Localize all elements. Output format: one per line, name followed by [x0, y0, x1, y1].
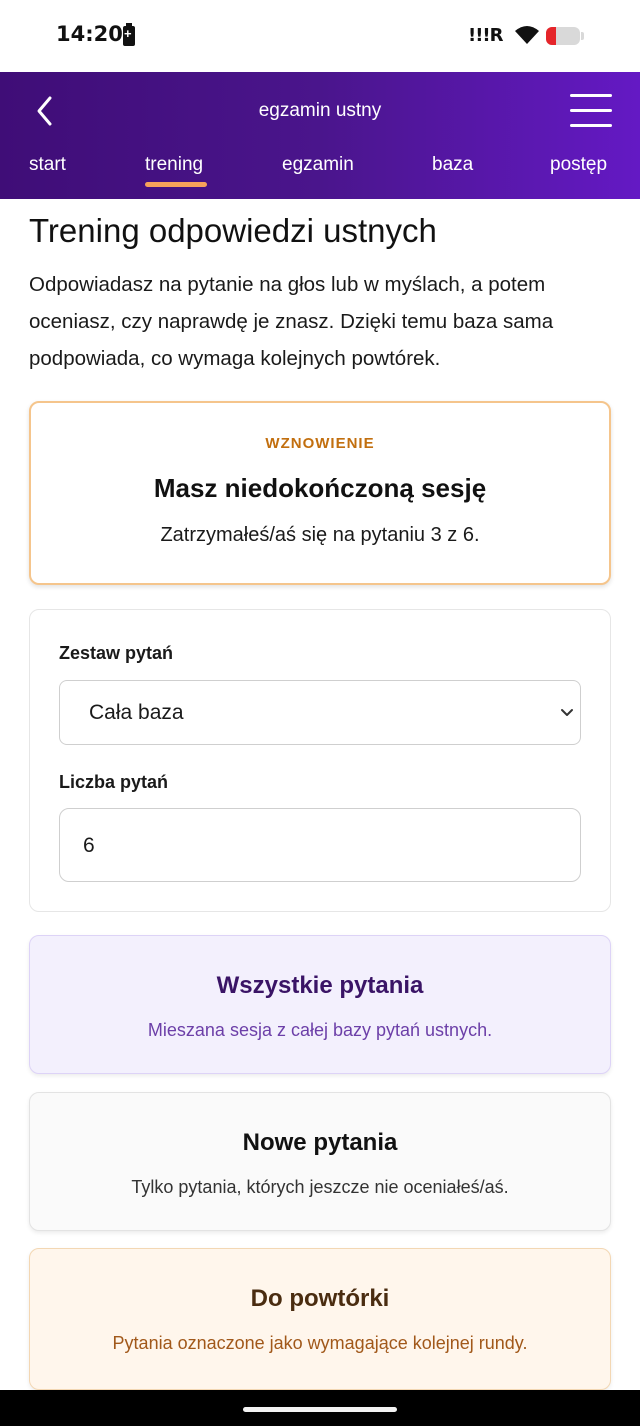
system-nav-bar — [0, 1390, 640, 1426]
tab-baza[interactable]: baza — [432, 154, 473, 176]
battery-charging-icon — [123, 23, 135, 46]
battery-icon — [546, 27, 580, 45]
resume-session-card[interactable]: WZNOWIENIE Masz niedokończoną sesję Zatr… — [29, 401, 611, 585]
question-count-input[interactable]: 6 — [59, 808, 581, 882]
tab-postep[interactable]: postęp — [550, 154, 607, 176]
mode-title: Do powtórki — [250, 1285, 390, 1312]
tab-start[interactable]: start — [29, 154, 66, 176]
header-title: egzamin ustny — [258, 100, 382, 121]
hamburger-menu-icon — [570, 124, 612, 127]
resume-title: Masz niedokończoną sesję — [153, 473, 487, 503]
mode-description: Pytania oznaczone jako wymagające kolejn… — [112, 1333, 528, 1353]
mode-title: Nowe pytania — [242, 1129, 398, 1156]
mode-title: Wszystkie pytania — [216, 972, 424, 999]
hamburger-menu-icon — [570, 109, 612, 112]
question-count-label: Liczba pytań — [59, 772, 169, 792]
mode-description: Mieszana sesja z całej bazy pytań ustnyc… — [147, 1020, 493, 1040]
page-title: Trening odpowiedzi ustnych — [29, 212, 437, 249]
tab-trening[interactable]: trening — [145, 154, 203, 176]
battery-tip — [581, 32, 584, 40]
mode-new-questions-button[interactable]: Nowe pytania Tylko pytania, których jesz… — [29, 1092, 611, 1231]
resume-description: Zatrzymałeś/aś się na pytaniu 3 z 6. — [160, 524, 480, 546]
question-set-select[interactable]: Cała baza — [59, 680, 581, 745]
menu-button[interactable] — [570, 93, 612, 129]
mode-review-button[interactable]: Do powtórki Pytania oznaczone jako wymag… — [29, 1248, 611, 1390]
resume-kicker: WZNOWIENIE — [265, 435, 375, 452]
question-set-value: Cała baza — [89, 701, 184, 724]
status-bar: 14:20 !!!R — [0, 0, 640, 72]
mode-all-questions-button[interactable]: Wszystkie pytania Mieszana sesja z całej… — [29, 935, 611, 1074]
tab-egzamin[interactable]: egzamin — [282, 154, 354, 176]
intro-text: Odpowiadasz na pytanie na głos lub w myś… — [29, 273, 554, 370]
signal-icon: !!!R — [468, 25, 503, 46]
active-tab-indicator — [145, 182, 207, 187]
battery-level-fill — [546, 27, 557, 45]
wifi-icon — [515, 26, 539, 44]
app-header: egzamin ustny start trening egzamin baza… — [0, 72, 640, 199]
hamburger-menu-icon — [570, 94, 612, 97]
status-time: 14:20 — [56, 22, 123, 46]
chevron-down-icon — [561, 709, 573, 716]
settings-card: Zestaw pytań Cała baza Liczba pytań 6 — [29, 609, 611, 912]
question-count-value: 6 — [83, 834, 95, 857]
question-set-label: Zestaw pytań — [59, 643, 174, 663]
mode-description: Tylko pytania, których jeszcze nie oceni… — [131, 1177, 509, 1197]
home-indicator[interactable] — [243, 1407, 397, 1412]
